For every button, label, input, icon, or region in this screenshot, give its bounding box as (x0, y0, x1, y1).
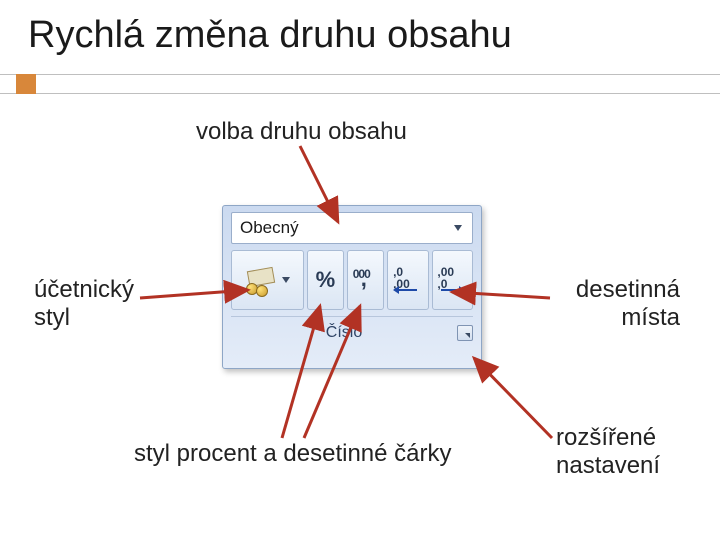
decrease-decimal-button[interactable]: ,00 ,0 (432, 250, 473, 310)
label-rozsirene-line1: rozšířené (556, 424, 660, 452)
label-desetinna-line2: místa (500, 304, 680, 332)
increase-decimal-icon: ,0 ,00 (391, 265, 425, 295)
ribbon-number-group: Obecný % 000 , ,0 ,00 (222, 205, 482, 369)
label-styl-procent: styl procent a desetinné čárky (134, 440, 452, 468)
dropdown-icon[interactable] (448, 216, 468, 240)
coins-icon (244, 263, 278, 297)
dialog-launcher-button[interactable] (457, 325, 473, 341)
label-rozsirene-nastaveni: rozšířené nastavení (556, 424, 660, 479)
label-ucetnicky-line1: účetnický (34, 276, 134, 304)
title-accent (0, 74, 720, 92)
slide-title: Rychlá změna druhu obsahu (28, 14, 512, 57)
accounting-format-button[interactable] (231, 250, 304, 310)
label-desetinna-line1: desetinná (500, 276, 680, 304)
label-ucetnicky-styl: účetnický styl (34, 276, 134, 331)
accent-square (16, 74, 36, 94)
chevron-down-icon (282, 277, 290, 283)
ribbon-group-footer: Číslo (231, 316, 473, 346)
label-rozsirene-line2: nastavení (556, 452, 660, 480)
increase-decimal-button[interactable]: ,0 ,00 (387, 250, 428, 310)
label-volba-druhu: volba druhu obsahu (196, 118, 407, 146)
number-format-value: Obecný (240, 218, 448, 238)
percent-icon: % (316, 267, 336, 293)
title-rule (0, 74, 720, 94)
comma-icon: 000 , (351, 265, 381, 295)
ribbon-group-caption: Číslo (231, 324, 457, 342)
decrease-decimal-icon: ,00 ,0 (435, 265, 469, 295)
comma-style-button[interactable]: 000 , (347, 250, 384, 310)
label-ucetnicky-line2: styl (34, 304, 134, 332)
chevron-down-icon (454, 225, 462, 231)
number-format-combo[interactable]: Obecný (231, 212, 473, 244)
percent-style-button[interactable]: % (307, 250, 344, 310)
label-desetinna-mista: desetinná místa (500, 276, 680, 331)
number-buttons-row: % 000 , ,0 ,00 ,00 ,0 (231, 250, 473, 310)
